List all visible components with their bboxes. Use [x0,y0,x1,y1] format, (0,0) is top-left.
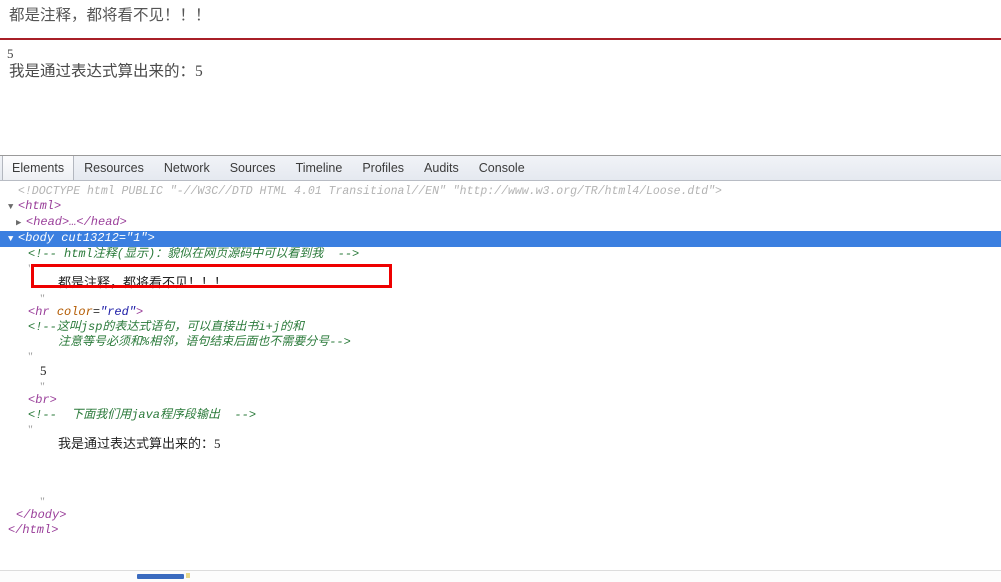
dom-node-jsp-comment-line2-text: 注意等号必须和%相邻，语句结束后面也不需要分号--> [58,335,351,349]
dom-node-body-attr-name: cut13212 [61,231,119,245]
tab-timeline[interactable]: Timeline [286,156,353,180]
dom-text-quote-close-2: " [40,379,45,393]
scrollbar-tick-marker [186,573,190,578]
dom-text-node-expr-value: 我是通过表达式算出来的：5 [58,436,221,451]
dom-node-body-close-label: </body> [16,508,67,522]
dom-node-html-comment-text: <!-- html注释(显示)：貌似在网页源码中可以看到我 --> [28,247,360,261]
horizontal-scrollbar[interactable] [0,570,1001,582]
dom-node-html-close-label: </html> [8,523,59,537]
disclosure-triangle-expanded-icon[interactable]: ▼ [8,200,18,215]
tab-audits[interactable]: Audits [414,156,469,180]
dom-node-head-label: <head>…</head> [26,215,127,229]
dom-node-hr-close-bracket: > [136,305,144,319]
dom-doctype-node: <!DOCTYPE html PUBLIC "-//W3C//DTD HTML … [18,185,722,198]
dom-text-node-1[interactable]: 都是注释，都将看不见！！！ [0,275,1001,292]
dom-tree-spacer [0,453,1001,495]
disclosure-triangle-collapsed-icon[interactable]: ▶ [16,216,26,231]
dom-node-java-comment-text: <!-- 下面我们用java程序段输出 --> [28,408,257,422]
dom-text-node-number-value: 5 [40,363,47,378]
tab-elements[interactable]: Elements [2,156,75,180]
tab-console-label: Console [478,161,525,175]
dom-node-hr[interactable]: <hr color="red"> [0,305,1001,320]
dom-node-body-selected[interactable]: ▼ <body cut13212="1"> [0,231,1001,247]
page-number-output: 5 [7,46,14,61]
dom-text-node-1-value: 都是注释，都将看不见！！！ [58,275,228,290]
dom-node-br[interactable]: <br> [0,393,1001,408]
tab-sources-label: Sources [229,161,276,175]
dom-node-body-tag: <body [18,231,55,245]
tab-network[interactable]: Network [154,156,220,180]
dom-text-node-expr[interactable]: 我是通过表达式算出来的：5 [0,436,1001,453]
dom-node-body-close[interactable]: </body> [0,508,1001,523]
disclosure-triangle-expanded-icon[interactable]: ▼ [8,232,18,247]
dom-node-html-comment[interactable]: <!-- html注释(显示)：貌似在网页源码中可以看到我 --> [0,247,1001,262]
tab-timeline-label: Timeline [295,161,343,175]
dom-node-hr-tag: <hr [28,305,50,319]
horizontal-scrollbar-thumb[interactable] [137,574,184,579]
tab-resources[interactable]: Resources [74,156,154,180]
dom-node-html-close[interactable]: </html> [0,523,1001,538]
dom-tree-view[interactable]: <!DOCTYPE html PUBLIC "-//W3C//DTD HTML … [0,181,1001,573]
dom-text-quote-close-1: " [40,291,45,305]
devtools-panel: Elements Resources Network Sources Timel… [0,155,1001,582]
dom-node-body-close-bracket: > [147,231,155,245]
tab-console[interactable]: Console [469,156,535,180]
dom-node-html-label: <html> [18,199,62,213]
tab-elements-label: Elements [12,161,65,175]
dom-node-head[interactable]: ▶ <head>…</head> [0,215,1001,231]
rendered-page-area: 都是注释，都将看不见！！！ 5 我是通过表达式算出来的：5 [0,0,1001,155]
tab-profiles-label: Profiles [362,161,405,175]
dom-node-jsp-comment-line1[interactable]: <!--这叫jsp的表达式语句，可以直接出书i+j的和 [0,320,1001,335]
tab-network-label: Network [163,161,210,175]
dom-node-jsp-comment-line1-text: <!--这叫jsp的表达式语句，可以直接出书i+j的和 [28,320,305,334]
tab-audits-label: Audits [424,161,459,175]
tab-profiles[interactable]: Profiles [352,156,414,180]
page-heading-text: 都是注释，都将看不见！！！ [9,7,211,24]
devtools-tabbar: Elements Resources Network Sources Timel… [0,156,1001,181]
tab-resources-label: Resources [84,161,144,175]
dom-text-quote-open-1: " [28,261,33,275]
page-expression-output: 我是通过表达式算出来的：5 [9,63,203,80]
dom-node-html[interactable]: ▼ <html> [0,199,1001,215]
dom-node-body-attr-value: "1" [126,231,148,245]
dom-node-br-label: <br> [28,393,57,407]
dom-node-jsp-comment-line2: 注意等号必须和%相邻，语句结束后面也不需要分号--> [0,335,1001,350]
dom-text-quote-close-3: " [40,494,45,508]
dom-node-java-comment[interactable]: <!-- 下面我们用java程序段输出 --> [0,408,1001,423]
dom-text-quote-open-3: " [28,422,33,436]
dom-text-quote-open-2: " [28,349,33,363]
dom-text-node-number[interactable]: 5 [0,363,1001,380]
tab-sources[interactable]: Sources [220,156,286,180]
dom-node-hr-attr-value: "red" [100,305,137,319]
dom-node-hr-attr-name: color [56,305,93,319]
